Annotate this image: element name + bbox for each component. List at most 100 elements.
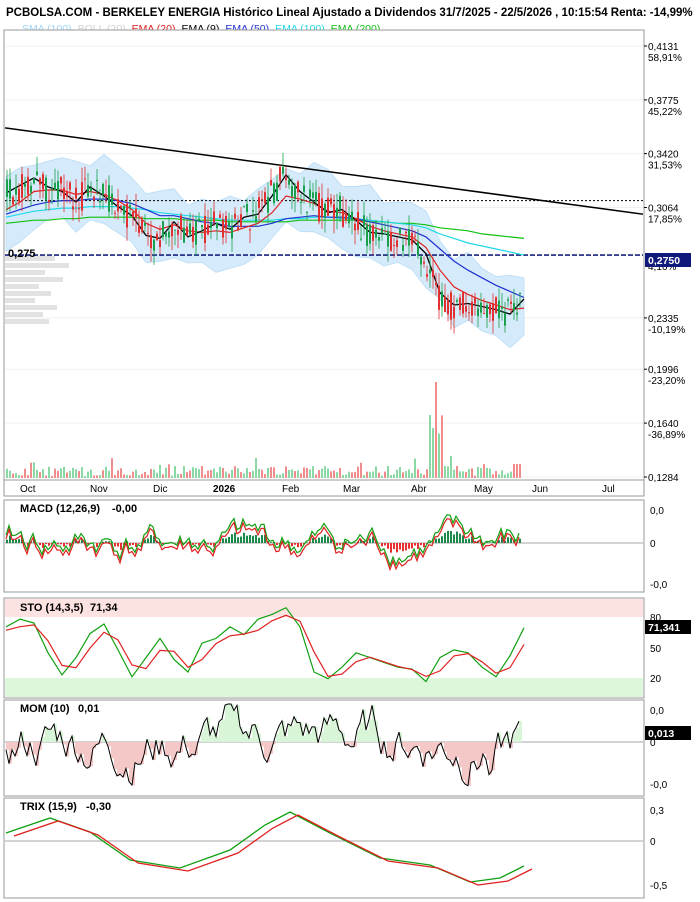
candle-body [498,300,500,319]
mom-fill [129,742,132,782]
candle-body [492,303,494,321]
candle-body [147,232,149,234]
volume-bar [384,471,386,478]
candle-body [24,183,26,187]
candle-body [30,185,32,193]
candle-body [363,215,365,227]
volume-bar [414,458,416,478]
candle-body [369,224,371,244]
volume-bar [450,455,452,478]
pct-label: -10,19% [648,325,685,336]
volume-bar [102,470,104,478]
volume-bar [42,469,44,478]
macd-histogram-bar [270,542,272,543]
candle-body [219,214,221,218]
month-label: Abr [411,484,427,495]
profile-bar [5,305,57,310]
candle-body [450,292,452,320]
mom-fill [471,742,474,763]
profile-bar [5,291,51,296]
volume-bar [198,469,200,478]
mom-fill [24,742,27,747]
macd-histogram-bar [228,536,230,543]
volume-bar [474,475,476,478]
volume-bar [363,475,365,478]
mom-fill [303,735,306,742]
candle-body [420,256,422,265]
mom-fill [81,742,84,755]
macd-histogram-bar [318,537,320,543]
mom-fill [447,742,450,759]
mom-fill [390,742,393,756]
candle-body [489,304,491,315]
macd-histogram-bar [405,543,407,551]
candle-body [381,227,383,233]
candle-body [288,180,290,185]
volume-bar [288,469,290,478]
candle-body [297,181,299,193]
volume-bar [432,428,434,478]
candle-body [345,213,347,221]
candle-body [156,233,158,241]
volume-bar [372,471,374,478]
macd-histogram-bar [321,536,323,543]
candle-body [144,223,146,226]
candle-body [426,274,428,277]
mom-fill [462,742,465,780]
support-label: 0,275 [8,248,36,260]
sto-pane: STO (14,3,5) 71,34 80 50 20 71,341 [3,597,691,699]
candle-body [456,300,458,302]
chart-title: PCBOLSA.COM - BERKELEY ENERGIA Histórico… [6,7,693,19]
mom-fill [192,742,195,755]
volume-bar [72,467,74,478]
volume-bar [39,472,41,478]
macd-histogram-bar [507,537,509,543]
candle-body [84,178,86,180]
candle-body [486,305,488,318]
candle-body [150,235,152,249]
candle-body [111,193,113,205]
candle-body [477,308,479,317]
macd-histogram-bar [258,537,260,543]
candle-body [114,212,116,214]
macd-histogram-bar [456,531,458,543]
price-tick-label: 0,3775 [648,96,679,107]
volume-bar [294,471,296,478]
candle-body [9,179,11,199]
macd-histogram-bar [114,543,116,547]
candle-body [210,221,212,228]
volume-bar [105,466,107,478]
macd-histogram-bar [414,543,416,546]
candle-body [444,296,446,312]
candle-body [465,306,467,312]
mom-fill [114,742,117,769]
candle-body [21,174,23,198]
volume-bar [447,466,449,478]
candle-body [198,218,200,221]
mom-fill [402,742,405,748]
mom-fill [108,742,111,747]
candle-body [159,240,161,248]
sto-current-label: 71,341 [648,622,680,634]
candle-body [12,196,14,205]
candle-body [72,206,74,210]
candle-body [54,182,56,190]
volume-bar [408,469,410,478]
mom-fill [210,734,213,742]
macd-histogram-bar [519,538,521,543]
candle-body [177,229,179,235]
trix-pane: TRIX (15,9) -0,30 0,3 0 -0,5 [3,797,668,899]
mom-fill [48,729,51,742]
macd-histogram-bar [252,535,254,543]
volume-bar [132,471,134,478]
volume-bar [84,475,86,478]
volume-bar [291,469,293,478]
volume-bar [48,466,50,478]
volume-bar [45,475,47,478]
mom-fill [201,732,204,742]
volume-bar [171,475,173,478]
mom-fill [513,733,516,742]
volume-bar [315,474,317,478]
candle-body [201,224,203,228]
candle-body [510,301,512,304]
